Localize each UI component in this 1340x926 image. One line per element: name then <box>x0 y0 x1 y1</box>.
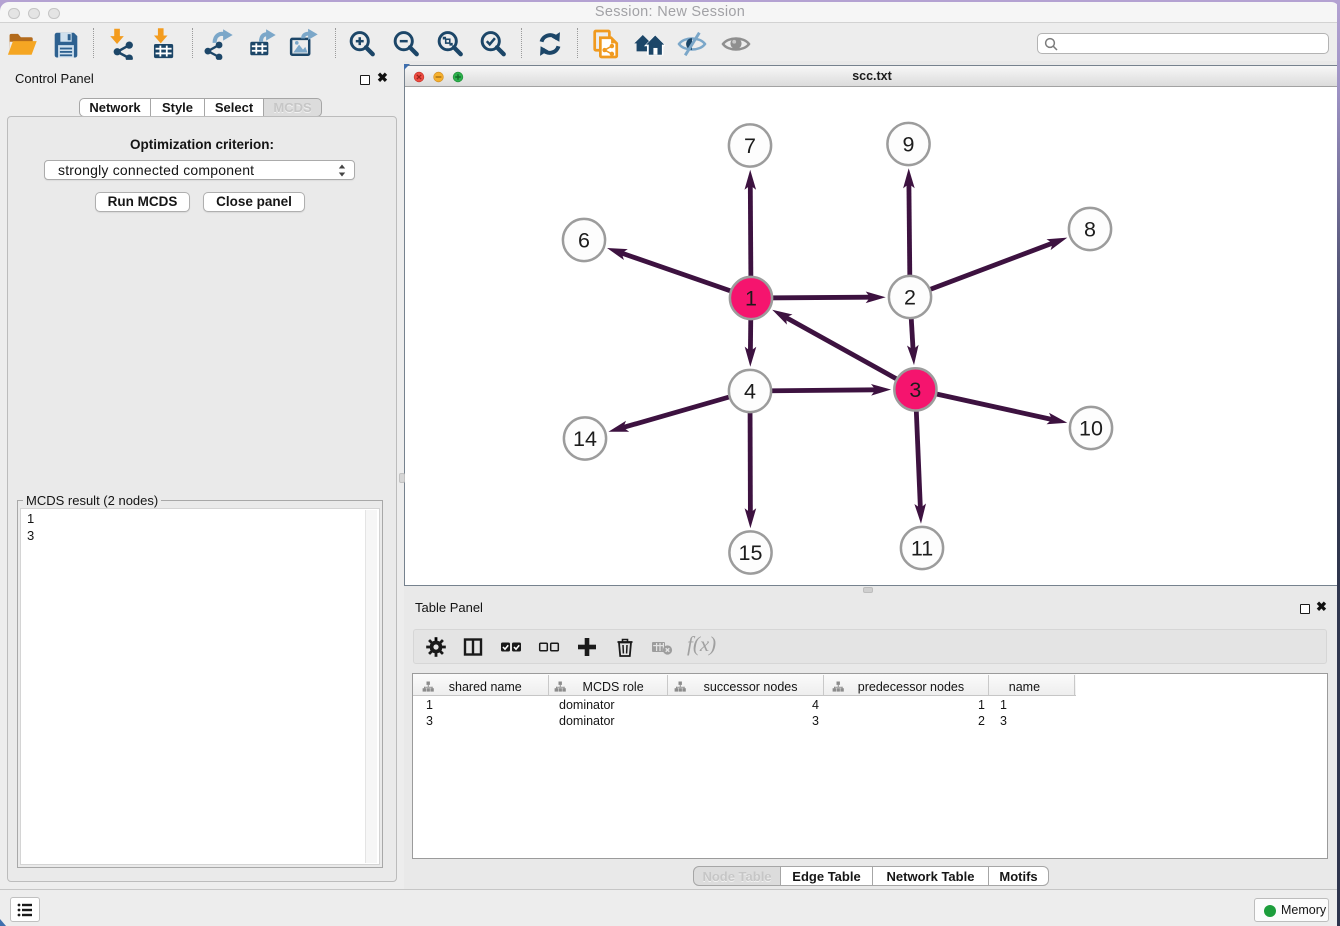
svg-text:8: 8 <box>1084 218 1096 242</box>
svg-text:1: 1 <box>745 287 757 311</box>
svg-text:3: 3 <box>909 378 921 402</box>
svg-text:11: 11 <box>911 537 933 561</box>
svg-text:4: 4 <box>744 380 756 404</box>
svg-text:2: 2 <box>904 286 916 310</box>
svg-text:9: 9 <box>903 133 915 157</box>
svg-text:15: 15 <box>739 541 763 565</box>
svg-text:14: 14 <box>573 427 597 451</box>
svg-text:6: 6 <box>578 229 590 253</box>
svg-text:7: 7 <box>744 134 756 158</box>
svg-text:10: 10 <box>1079 417 1103 441</box>
